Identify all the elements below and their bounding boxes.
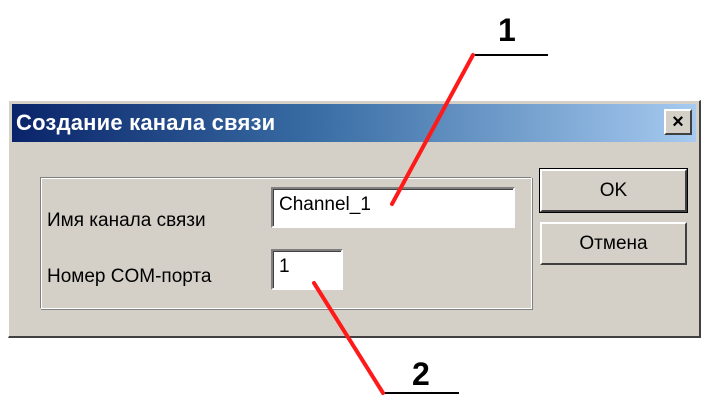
dialog-title: Создание канала связи (16, 110, 276, 135)
com-port-label: Номер COM-порта (47, 266, 212, 287)
callout-1-number: 1 (498, 12, 516, 48)
channel-name-input[interactable]: Channel_1 (271, 187, 515, 228)
com-port-input[interactable]: 1 (271, 249, 343, 290)
create-channel-dialog: Создание канала связи × Имя канала связи… (8, 100, 701, 338)
ok-button[interactable]: OK (539, 168, 688, 213)
close-button[interactable]: × (664, 109, 692, 135)
dialog-titlebar[interactable]: Создание канала связи × (12, 104, 696, 142)
cancel-button[interactable]: Отмена (540, 222, 687, 265)
channel-name-label: Имя канала связи (47, 210, 206, 231)
callout-2-number: 2 (412, 356, 430, 392)
close-icon: × (672, 111, 684, 133)
